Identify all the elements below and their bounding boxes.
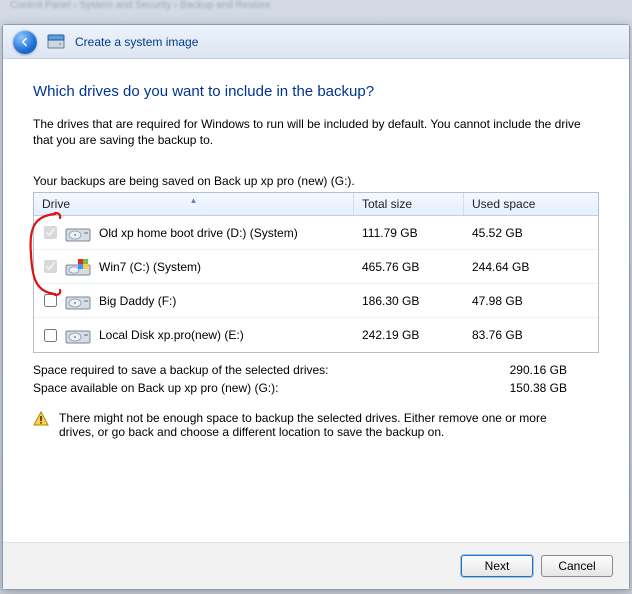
drive-label: Local Disk xp.pro(new) (E:): [99, 328, 244, 342]
drive-list: Drive ▴ Total size Used space Old xp hom…: [33, 192, 599, 353]
hard-drive-icon: [65, 257, 91, 277]
table-row[interactable]: Local Disk xp.pro(new) (E:) 242.19 GB83.7…: [34, 318, 598, 352]
drive-checkbox[interactable]: [44, 294, 57, 307]
page-heading: Which drives do you want to include in t…: [33, 83, 599, 100]
space-summary: Space required to save a backup of the s…: [33, 361, 599, 397]
drive-label: Old xp home boot drive (D:) (System): [99, 226, 298, 240]
column-header-used[interactable]: Used space: [464, 193, 598, 215]
space-available-label: Space available on Back up xp pro (new) …: [33, 381, 278, 395]
drive-checkbox: [44, 260, 57, 273]
background-breadcrumb: Control Panel › System and Security › Ba…: [0, 0, 632, 10]
space-required-label: Space required to save a backup of the s…: [33, 363, 329, 377]
hard-drive-icon: [65, 223, 91, 243]
drive-total-size: 111.79 GB: [354, 226, 464, 240]
column-header-total[interactable]: Total size: [354, 193, 464, 215]
arrow-left-icon: [18, 35, 32, 49]
table-row[interactable]: Win7 (C:) (System) 465.76 GB244.64 GB: [34, 250, 598, 284]
system-image-icon: [47, 34, 65, 50]
button-bar: Next Cancel: [3, 542, 629, 589]
drive-used-space: 83.76 GB: [464, 328, 598, 342]
table-header-row: Drive ▴ Total size Used space: [34, 193, 598, 216]
drive-label: Big Daddy (F:): [99, 294, 176, 308]
column-header-drive[interactable]: Drive ▴: [34, 193, 354, 215]
save-target-text: Your backups are being saved on Back up …: [33, 174, 599, 188]
next-button[interactable]: Next: [461, 555, 533, 577]
table-row[interactable]: Old xp home boot drive (D:) (System) 111.…: [34, 216, 598, 250]
space-required-value: 290.16 GB: [510, 363, 567, 377]
drive-checkbox: [44, 226, 57, 239]
window-title: Create a system image: [75, 35, 198, 49]
drive-checkbox[interactable]: [44, 329, 57, 342]
title-bar: Create a system image: [3, 25, 629, 59]
explain-text: The drives that are required for Windows…: [33, 116, 599, 148]
drive-label: Win7 (C:) (System): [99, 260, 201, 274]
hard-drive-icon: [65, 291, 91, 311]
drive-used-space: 45.52 GB: [464, 226, 598, 240]
drive-used-space: 244.64 GB: [464, 260, 598, 274]
hard-drive-icon: [65, 325, 91, 345]
sort-indicator-icon: ▴: [191, 195, 196, 206]
drive-total-size: 465.76 GB: [354, 260, 464, 274]
table-row[interactable]: Big Daddy (F:) 186.30 GB47.98 GB: [34, 284, 598, 318]
warning-text: There might not be enough space to backu…: [59, 411, 573, 439]
drive-used-space: 47.98 GB: [464, 294, 598, 308]
space-available-value: 150.38 GB: [510, 381, 567, 395]
wizard-window: Create a system image Which drives do yo…: [2, 24, 630, 590]
drive-total-size: 242.19 GB: [354, 328, 464, 342]
warning-icon: [33, 411, 49, 427]
warning-box: There might not be enough space to backu…: [33, 411, 573, 439]
drive-total-size: 186.30 GB: [354, 294, 464, 308]
back-button[interactable]: [13, 30, 37, 54]
cancel-button[interactable]: Cancel: [541, 555, 613, 577]
